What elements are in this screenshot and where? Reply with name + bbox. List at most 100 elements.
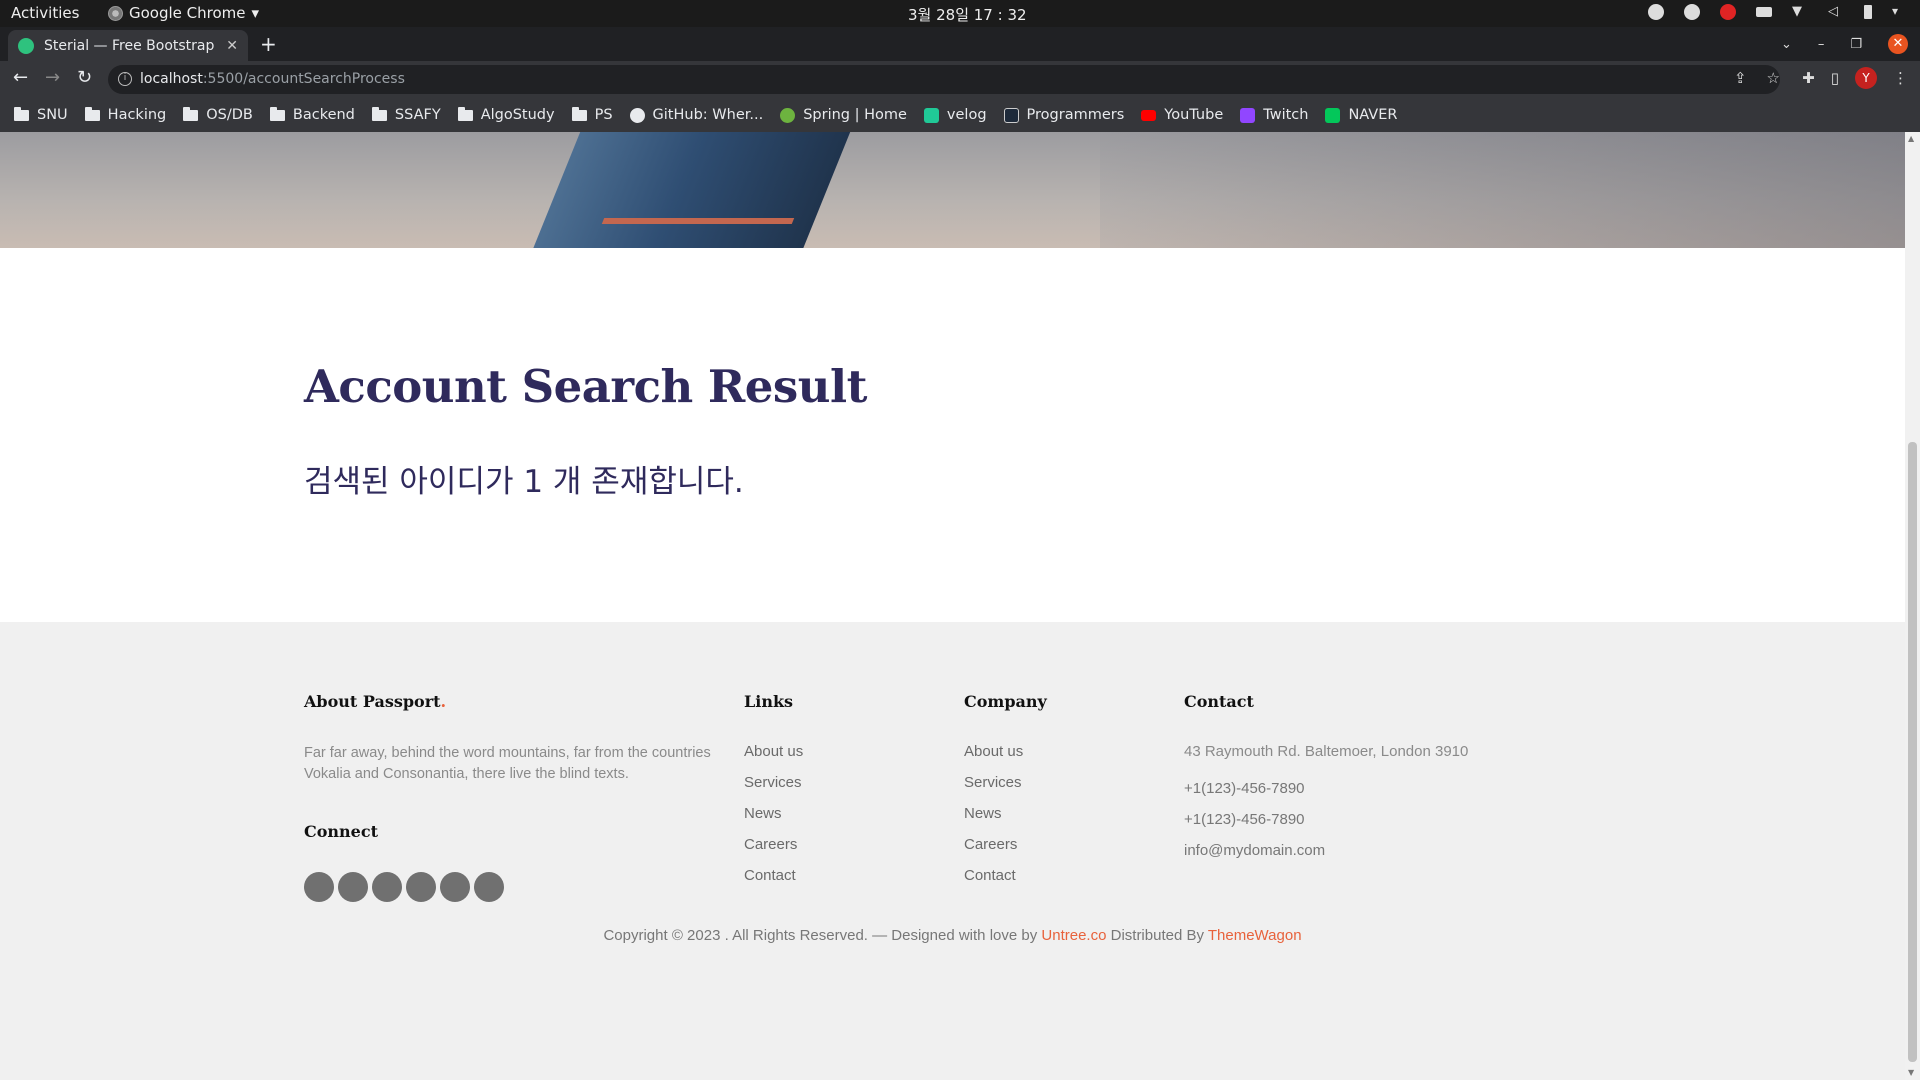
folder-icon bbox=[84, 106, 100, 121]
forward-button[interactable]: → bbox=[45, 67, 60, 88]
scroll-down-arrow-icon[interactable]: ▼ bbox=[1908, 1068, 1914, 1077]
system-top-bar: Activities Google Chrome ▾ 3월 28일 17 : 3… bbox=[0, 0, 1920, 27]
contact-email[interactable]: info@mydomain.com bbox=[1184, 842, 1468, 873]
bookmark-youtube[interactable]: YouTube bbox=[1141, 107, 1223, 123]
bookmark-naver[interactable]: NAVER bbox=[1325, 107, 1397, 123]
page-title: Account Search Result bbox=[304, 360, 867, 413]
bookmark-label: NAVER bbox=[1348, 107, 1398, 123]
company-title: Company bbox=[964, 692, 1047, 711]
footer-link[interactable]: News bbox=[964, 805, 1047, 836]
tab-search-icon[interactable]: ⌄ bbox=[1781, 37, 1792, 52]
footer-link[interactable]: News bbox=[744, 805, 803, 836]
back-button[interactable]: ← bbox=[13, 67, 28, 88]
bookmark-snu[interactable]: SNU bbox=[14, 106, 68, 123]
system-menu-arrow-icon[interactable]: ▾ bbox=[1892, 4, 1908, 20]
bookmark-label: SSAFY bbox=[394, 107, 441, 123]
extensions-icon[interactable]: ✚ bbox=[1802, 69, 1815, 87]
reload-button[interactable]: ↻ bbox=[77, 67, 92, 88]
url-path: :5500/accountSearchProcess bbox=[202, 71, 405, 87]
bookmark-twitch[interactable]: Twitch bbox=[1240, 107, 1308, 123]
about-title-text: About Passport bbox=[304, 692, 441, 711]
bookmark-label: OS/DB bbox=[206, 107, 253, 123]
scroll-up-arrow-icon[interactable]: ▲ bbox=[1908, 134, 1914, 143]
social-icon[interactable] bbox=[440, 872, 470, 902]
bookmark-label: PS bbox=[594, 107, 613, 123]
keyboard-icon[interactable] bbox=[1756, 7, 1772, 17]
footer-link[interactable]: About us bbox=[964, 743, 1047, 774]
footer-link[interactable]: Careers bbox=[744, 836, 803, 867]
activities-button[interactable]: Activities bbox=[11, 4, 79, 22]
social-icon[interactable] bbox=[338, 872, 368, 902]
hero-image bbox=[0, 132, 1905, 248]
bookmark-programmers[interactable]: Programmers bbox=[1003, 107, 1125, 123]
airplane-tail bbox=[523, 132, 867, 248]
toolbar-right-actions: ✚ ▯ Y ⋮ bbox=[1802, 67, 1908, 89]
folder-icon bbox=[457, 106, 473, 121]
distributor-link[interactable]: ThemeWagon bbox=[1208, 927, 1302, 944]
folder-icon bbox=[183, 106, 199, 121]
page-scrollbar[interactable]: ▲ ▼ bbox=[1905, 132, 1920, 1080]
folder-icon bbox=[14, 106, 29, 121]
airplane-stripe bbox=[601, 218, 795, 224]
bookmarks-bar: SNU Hacking OS/DB Backend SSAFY AlgoStud… bbox=[0, 98, 1920, 132]
footer-link[interactable]: Services bbox=[744, 774, 803, 805]
bookmark-spring[interactable]: Spring | Home bbox=[780, 107, 907, 123]
social-icon[interactable] bbox=[474, 872, 504, 902]
minimize-button[interactable]: – bbox=[1818, 37, 1825, 52]
bookmark-star-icon[interactable]: ☆ bbox=[1767, 69, 1780, 87]
bookmark-osdb[interactable]: OS/DB bbox=[183, 106, 253, 123]
footer-about-text: Far far away, behind the word mountains,… bbox=[304, 745, 711, 782]
app-menu[interactable]: Google Chrome ▾ bbox=[108, 4, 259, 22]
contact-phone[interactable]: +1(123)-456-7890 bbox=[1184, 811, 1468, 842]
do-not-disturb-icon[interactable] bbox=[1720, 4, 1736, 20]
wifi-icon[interactable]: ▼ bbox=[1792, 4, 1808, 20]
window-close-button[interactable]: ✕ bbox=[1888, 34, 1908, 54]
site-info-icon[interactable]: i bbox=[118, 72, 132, 86]
clock[interactable]: 3월 28일 17 : 32 bbox=[908, 4, 1027, 25]
youtube-icon bbox=[1141, 109, 1157, 121]
bookmark-label: Programmers bbox=[1026, 107, 1125, 123]
bookmark-github[interactable]: GitHub: Wher... bbox=[629, 107, 763, 123]
tab-close-icon[interactable]: ✕ bbox=[226, 38, 238, 54]
footer-link[interactable]: Contact bbox=[964, 867, 1047, 898]
social-icon[interactable] bbox=[304, 872, 334, 902]
tab-title: Sterial — Free Bootstrap bbox=[44, 37, 215, 54]
bookmark-ssafy[interactable]: SSAFY bbox=[371, 106, 441, 123]
new-tab-button[interactable]: + bbox=[260, 32, 277, 56]
bookmark-algostudy[interactable]: AlgoStudy bbox=[457, 106, 555, 123]
footer-link[interactable]: Careers bbox=[964, 836, 1047, 867]
steam-icon[interactable] bbox=[1684, 4, 1700, 20]
contact-address: 43 Raymouth Rd. Baltemoer, London 3910 bbox=[1184, 743, 1469, 760]
bookmark-velog[interactable]: velog bbox=[923, 107, 987, 123]
menu-kebab-icon[interactable]: ⋮ bbox=[1893, 69, 1908, 87]
page-viewport[interactable]: Account Search Result 검색된 아이디가 1 개 존재합니다… bbox=[0, 132, 1905, 1080]
bookmark-hacking[interactable]: Hacking bbox=[84, 106, 167, 123]
bookmark-label: Hacking bbox=[107, 107, 167, 123]
connect-title: Connect bbox=[304, 822, 378, 841]
volume-icon[interactable]: ◁ bbox=[1828, 4, 1844, 20]
system-tray[interactable]: ▼ ◁ ▾ bbox=[1648, 4, 1908, 20]
designer-link[interactable]: Untree.co bbox=[1041, 927, 1106, 944]
bookmark-ps[interactable]: PS bbox=[571, 106, 613, 123]
footer-link[interactable]: Contact bbox=[744, 867, 803, 898]
share-icon[interactable]: ⇪ bbox=[1734, 69, 1747, 87]
folder-icon bbox=[269, 106, 285, 121]
address-bar[interactable]: i localhost:5500/accountSearchProcess bbox=[108, 65, 1780, 94]
scrollbar-thumb[interactable] bbox=[1908, 442, 1917, 1062]
footer-link[interactable]: Services bbox=[964, 774, 1047, 805]
side-panel-icon[interactable]: ▯ bbox=[1831, 69, 1839, 87]
bookmark-backend[interactable]: Backend bbox=[269, 106, 355, 123]
contact-phone[interactable]: +1(123)-456-7890 bbox=[1184, 780, 1468, 811]
tab-strip: Sterial — Free Bootstrap ✕ bbox=[0, 27, 1920, 61]
battery-icon[interactable] bbox=[1864, 5, 1872, 19]
tab-active[interactable]: Sterial — Free Bootstrap ✕ bbox=[8, 30, 248, 61]
browser-toolbar: ← → ↻ i localhost:5500/accountSearchProc… bbox=[0, 61, 1920, 98]
profile-avatar[interactable]: Y bbox=[1855, 67, 1877, 89]
social-icon[interactable] bbox=[372, 872, 402, 902]
social-icon[interactable] bbox=[406, 872, 436, 902]
restore-button[interactable]: ❐ bbox=[1850, 37, 1862, 52]
social-links bbox=[304, 872, 504, 902]
bookmark-label: Twitch bbox=[1263, 107, 1309, 123]
footer-link[interactable]: About us bbox=[744, 743, 803, 774]
tray-app-icon[interactable] bbox=[1648, 4, 1664, 20]
